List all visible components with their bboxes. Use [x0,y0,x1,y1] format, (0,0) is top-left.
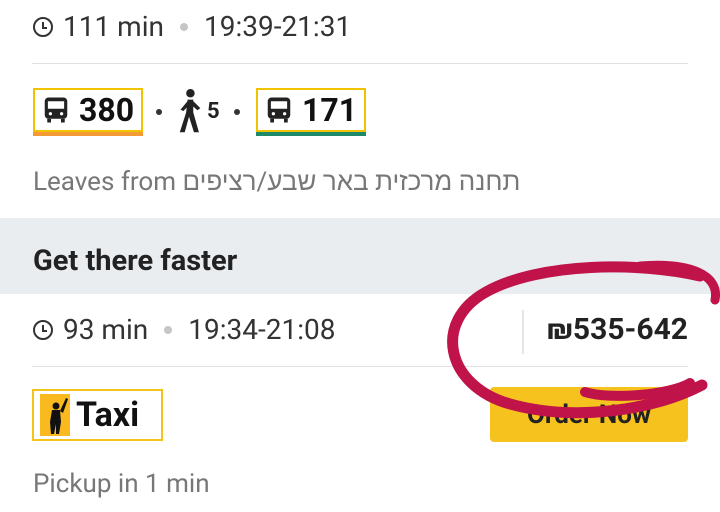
fare-price: ₪535-642 [546,312,688,347]
bus-171-color-bar [256,132,366,136]
divider [32,366,688,367]
order-now-button[interactable]: Order Now [490,387,688,442]
bus-380-color-bar [33,132,143,136]
separator-dot [179,22,188,31]
pickup-time-text: Pickup in 1 min [33,469,210,499]
route2-duration: 93 min [63,313,149,346]
taxi-badge: Taxi [32,389,163,441]
walk-minutes: 5 [207,99,220,124]
route1-time-range: 19:39-21:31 [203,10,352,43]
clock-icon [33,319,53,340]
segment-separator [156,109,162,115]
bus-171-badge: 171 [256,88,366,132]
clock-icon [33,16,53,37]
route1-duration: 111 min [63,10,164,43]
walking-person-icon [179,89,201,133]
bus-icon [267,97,291,123]
segment-separator [234,109,240,115]
divider [32,63,688,64]
route1-time-row: 111 min 19:39-21:31 [33,10,351,43]
separator-dot [164,325,173,334]
faster-banner-title: Get there faster [33,244,238,278]
bus-line-number: 171 [302,91,358,129]
taxi-label: Taxi [76,395,140,435]
bus-icon [44,97,68,123]
bus-line-number: 380 [79,91,135,129]
leaves-from-text: Leaves from תחנה מרכזית באר שבע/רציפים [33,167,521,197]
route2-time-row[interactable]: 93 min 19:34-21:08 [33,313,335,346]
bus-380-badge: 380 [33,88,143,132]
taxi-hail-icon [40,394,70,436]
price-divider [522,310,524,354]
route2-time-range: 19:34-21:08 [188,313,336,346]
